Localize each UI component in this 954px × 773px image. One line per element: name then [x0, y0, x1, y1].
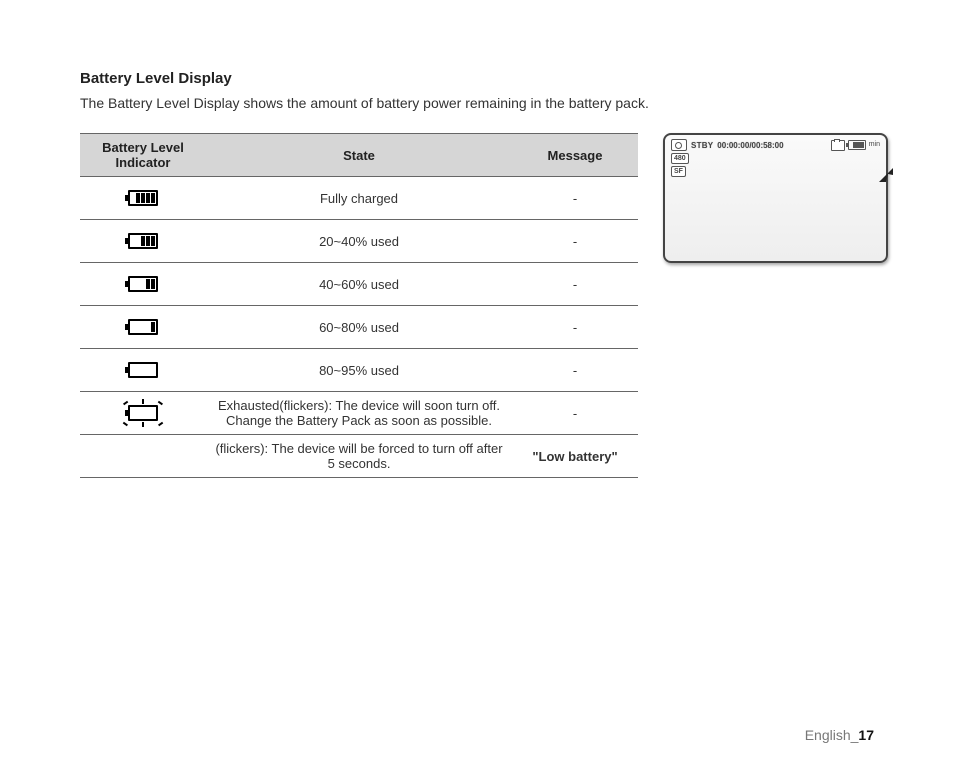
- document-page: Battery Level Display The Battery Level …: [0, 0, 954, 773]
- state-cell: Fully charged: [206, 177, 512, 220]
- state-cell: Exhausted(flickers): The device will soo…: [206, 392, 512, 435]
- table-header-row: Battery Level Indicator State Message: [80, 134, 638, 177]
- resolution-badge: 480: [671, 153, 689, 164]
- table-row: 80~95% used -: [80, 349, 638, 392]
- screen-second-row: 480: [671, 153, 880, 164]
- content-row: Battery Level Indicator State Message Fu…: [80, 133, 874, 478]
- screen-third-row: SF: [671, 166, 880, 177]
- table-row: Fully charged -: [80, 177, 638, 220]
- page-language: English_: [805, 727, 859, 743]
- battery-icon-3bars: [80, 220, 206, 263]
- battery-icon-flicker: [80, 392, 206, 435]
- message-cell: -: [512, 349, 638, 392]
- battery-table-wrap: Battery Level Indicator State Message Fu…: [80, 133, 638, 478]
- message-cell: -: [512, 306, 638, 349]
- state-cell: 20~40% used: [206, 220, 512, 263]
- message-cell: -: [512, 177, 638, 220]
- camcorder-screen-preview: STBY 00:00:00/00:58:00 min 480 SF: [663, 133, 888, 263]
- battery-icon-2bars: [80, 263, 206, 306]
- state-cell: 80~95% used: [206, 349, 512, 392]
- camcorder-mode-icon: [671, 139, 687, 151]
- screen-top-row: STBY 00:00:00/00:58:00 min: [671, 139, 880, 151]
- min-label: min: [869, 142, 880, 148]
- state-cell: 40~60% used: [206, 263, 512, 306]
- table-row: 60~80% used -: [80, 306, 638, 349]
- battery-icon-empty: [80, 349, 206, 392]
- stby-label: STBY: [691, 141, 713, 150]
- table-row: Exhausted(flickers): The device will soo…: [80, 392, 638, 435]
- battery-status-icon: [848, 140, 866, 150]
- message-cell: -: [512, 220, 638, 263]
- message-cell: -: [512, 263, 638, 306]
- battery-icon-1bar: [80, 306, 206, 349]
- timecode-label: 00:00:00/00:58:00: [717, 141, 783, 150]
- message-cell: -: [512, 392, 638, 435]
- page-number-value: 17: [858, 727, 874, 743]
- section-description: The Battery Level Display shows the amou…: [80, 95, 874, 111]
- card-icon: [831, 140, 845, 151]
- battery-icon-full: [80, 177, 206, 220]
- col-state: State: [206, 134, 512, 177]
- section-title: Battery Level Display: [80, 70, 874, 87]
- message-cell: "Low battery": [512, 435, 638, 478]
- table-row: (flickers): The device will be forced to…: [80, 435, 638, 478]
- state-cell: 60~80% used: [206, 306, 512, 349]
- table-row: 40~60% used -: [80, 263, 638, 306]
- table-row: 20~40% used -: [80, 220, 638, 263]
- battery-icon-blank: [80, 435, 206, 478]
- quality-badge: SF: [671, 166, 686, 177]
- page-number: English_17: [805, 727, 874, 743]
- battery-table: Battery Level Indicator State Message Fu…: [80, 133, 638, 478]
- col-message: Message: [512, 134, 638, 177]
- col-indicator: Battery Level Indicator: [80, 134, 206, 177]
- state-cell: (flickers): The device will be forced to…: [206, 435, 512, 478]
